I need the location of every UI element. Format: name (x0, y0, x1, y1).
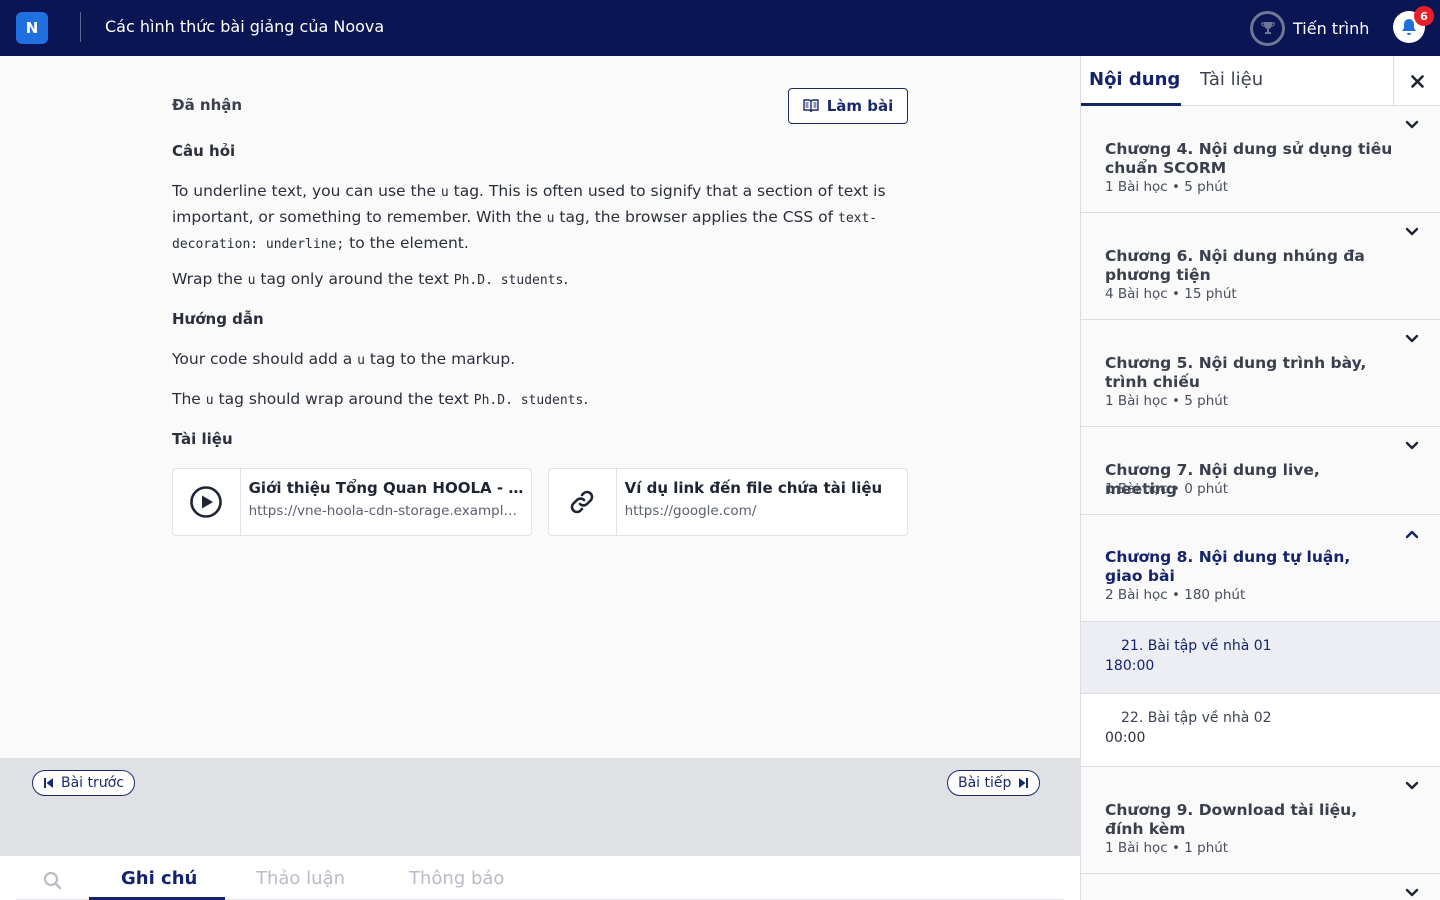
chevron-down-icon (1405, 334, 1419, 343)
text: The (172, 390, 206, 408)
documents-heading: Tài liệu (172, 430, 233, 448)
chevron-down-icon (1405, 781, 1419, 790)
text: tag only around the text (255, 270, 454, 288)
chapter-title: Chương 8. Nội dung tự luận, giao bài (1105, 548, 1351, 585)
resource-text: Giới thiệu Tổng Quan HOOLA - Hệ thống qu… (241, 469, 531, 535)
text: tag to the markup. (364, 350, 516, 368)
guide-heading: Hướng dẫn (172, 310, 264, 328)
resource-text: Ví dụ link đến file chứa tài liệu https:… (617, 469, 907, 535)
resource-url[interactable]: https://google.com/ (625, 503, 901, 519)
code-u: u (546, 211, 555, 226)
chevron-down-icon (1405, 441, 1419, 450)
skip-forward-icon (1019, 778, 1029, 788)
text: . (563, 270, 569, 288)
progress-button[interactable]: Tiến trình (1250, 10, 1369, 46)
chapter-title: Chương 9. Download tài liệu, đính kèm (1105, 801, 1358, 838)
chapter-item-active[interactable]: Chương 8. Nội dung tự luận, giao bài 2 B… (1081, 515, 1440, 622)
text: tag should wrap around the text (213, 390, 474, 408)
chapter-meta: 1 Bài học • 0 phút (1105, 481, 1229, 497)
chapter-meta: 1 Bài học • 5 phút (1105, 393, 1229, 409)
text: Wrap the (172, 270, 248, 288)
text: to the element. (344, 234, 469, 252)
lesson-duration: 180:00 (1105, 658, 1155, 674)
progress-label: Tiến trình (1293, 18, 1370, 38)
search-icon[interactable] (43, 871, 62, 894)
sidebar-tabs: Nội dung Tài liệu (1081, 56, 1440, 106)
next-lesson-label: Bài tiếp (958, 775, 1012, 791)
course-sidebar: Nội dung Tài liệu Chương 4. Nội dung sử … (1080, 56, 1440, 900)
chevron-down-icon (1405, 888, 1419, 897)
chevron-down-icon (1405, 227, 1419, 236)
lesson-title: 22. Bài tập về nhà 02 (1121, 710, 1272, 726)
link-icon (549, 469, 617, 535)
resource-title: Giới thiệu Tổng Quan HOOLA - Hệ thống qu… (248, 479, 525, 497)
chapter-title: Chương 6. Nội dung nhúng đa phương tiện (1105, 247, 1365, 284)
trophy-icon (1250, 10, 1285, 46)
chapter-meta: 2 Bài học • 180 phút (1105, 587, 1246, 603)
text: tag, the browser applies the CSS of (554, 208, 838, 226)
do-assignment-label: Làm bài (826, 97, 894, 115)
bottom-tabs: Ghi chú Thảo luận Thông báo (0, 856, 1080, 900)
text: To underline text, you can use the (172, 182, 441, 200)
code-phd: Ph.D. students (473, 393, 584, 408)
close-icon (1411, 74, 1424, 88)
lesson-item[interactable]: 22. Bài tập về nhà 02 00:00 (1081, 694, 1440, 767)
question-paragraph-1: To underline text, you can use the u tag… (172, 179, 908, 257)
play-circle-icon (173, 469, 241, 535)
text: . (583, 390, 589, 408)
guide-paragraph-1: Your code should add a u tag to the mark… (172, 347, 908, 373)
chapter-meta: 1 Bài học • 5 phút (1105, 179, 1229, 195)
lesson-status: Đã nhận (172, 96, 243, 114)
tab-announcements[interactable]: Thông báo (409, 868, 504, 889)
resource-card-link[interactable]: Ví dụ link đến file chứa tài liệu https:… (548, 468, 908, 536)
chevron-up-icon (1405, 530, 1419, 539)
tab-discussion[interactable]: Thảo luận (256, 868, 345, 889)
lesson-item-active[interactable]: 21. Bài tập về nhà 01 180:00 (1081, 622, 1440, 694)
course-title: Các hình thức bài giảng của Noova (105, 17, 385, 36)
resource-title: Ví dụ link đến file chứa tài liệu (624, 479, 883, 497)
chapter-item[interactable]: Chương 7. Nội dung live, meeting 1 Bài h… (1081, 427, 1440, 515)
next-lesson-button[interactable]: Bài tiếp (947, 770, 1041, 796)
resource-url[interactable]: https://vne-hoola-cdn-storage.example/vi… (249, 503, 525, 519)
notification-badge: 6 (1414, 6, 1434, 26)
close-sidebar-button[interactable] (1393, 56, 1440, 106)
previous-lesson-label: Bài trước (61, 775, 124, 791)
resource-card-video[interactable]: Giới thiệu Tổng Quan HOOLA - Hệ thống qu… (172, 468, 532, 536)
code-phd: Ph.D. students (453, 273, 564, 288)
question-heading: Câu hỏi (172, 142, 236, 160)
skip-back-icon (44, 778, 53, 788)
lesson-navigation-bar: Bài trước Bài tiếp (0, 758, 1080, 856)
tab-notes[interactable]: Ghi chú (121, 868, 197, 889)
tab-content[interactable]: Nội dung (1089, 69, 1180, 90)
chevron-down-icon (1405, 120, 1419, 129)
guide-paragraph-2: The u tag should wrap around the text Ph… (172, 387, 908, 413)
lesson-duration: 00:00 (1105, 730, 1146, 746)
header-divider (80, 12, 81, 42)
code-u: u (357, 353, 365, 368)
code-u: u (205, 393, 214, 408)
chapter-title: Chương 5. Nội dung trình bày, trình chiế… (1105, 354, 1367, 391)
top-bar: N Các hình thức bài giảng của Noova Tiến… (0, 0, 1440, 56)
chapter-meta: 1 Bài học • 1 phút (1105, 840, 1229, 856)
chapter-item[interactable]: Chương 5. Nội dung trình bày, trình chiế… (1081, 320, 1440, 427)
do-assignment-button[interactable]: Làm bài (788, 88, 908, 124)
chapter-item[interactable]: Chương 6. Nội dung nhúng đa phương tiện … (1081, 213, 1440, 320)
tab-documents[interactable]: Tài liệu (1200, 69, 1263, 90)
chapter-title: Chương 4. Nội dung sử dụng tiêu chuẩn SC… (1105, 140, 1393, 177)
previous-lesson-button[interactable]: Bài trước (32, 770, 135, 796)
book-icon (803, 99, 819, 113)
app-logo[interactable]: N (16, 12, 48, 44)
chapter-item[interactable]: Chương 9. Download tài liệu, đính kèm 1 … (1081, 767, 1440, 874)
chapter-meta: 4 Bài học • 15 phút (1105, 286, 1237, 302)
code-u: u (440, 185, 449, 200)
chapter-item[interactable]: Chương 4. Nội dung sử dụng tiêu chuẩn SC… (1081, 106, 1440, 213)
lesson-title: 21. Bài tập về nhà 01 (1121, 638, 1272, 654)
resource-list: Giới thiệu Tổng Quan HOOLA - Hệ thống qu… (172, 468, 908, 536)
chapter-item[interactable] (1081, 874, 1440, 900)
lesson-content-area: Đã nhận Làm bài Câu hỏi To underline tex… (0, 56, 1080, 758)
question-paragraph-2: Wrap the u tag only around the text Ph.D… (172, 267, 908, 293)
text: Your code should add a (172, 350, 358, 368)
